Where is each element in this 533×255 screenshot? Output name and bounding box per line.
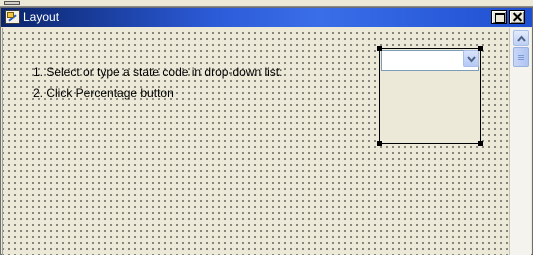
chevron-down-icon	[467, 56, 476, 63]
resize-handle-bottom-left[interactable]	[377, 141, 382, 146]
close-button[interactable]	[509, 10, 525, 24]
state-code-combobox[interactable]	[379, 48, 481, 144]
instruction-step-1: 1. Select or type a state code in drop-d…	[33, 65, 283, 79]
resize-handle-bottom-right[interactable]	[478, 141, 483, 146]
minimized-window-icon[interactable]	[4, 1, 20, 5]
layout-window: Layout 1. Select or type a state code in…	[0, 7, 533, 255]
resize-handle-top-left[interactable]	[377, 46, 382, 51]
layout-canvas[interactable]: 1. Select or type a state code in drop-d…	[2, 28, 509, 255]
maximize-button[interactable]	[491, 10, 507, 24]
thumb-grip	[518, 55, 524, 56]
dropdown-button[interactable]	[463, 50, 479, 67]
parent-window-strip	[0, 0, 533, 7]
dropdown-list[interactable]	[381, 72, 479, 142]
vertical-scrollbar[interactable]	[509, 28, 531, 255]
thumb-grip	[518, 57, 524, 58]
resize-handle-top-right[interactable]	[478, 46, 483, 51]
chevron-up-icon	[517, 35, 526, 42]
instruction-step-2: 2. Click Percentage button	[33, 86, 174, 100]
scroll-up-button[interactable]	[513, 30, 529, 46]
window-title: Layout	[23, 10, 60, 24]
title-bar[interactable]: Layout	[1, 8, 532, 27]
form-edit-icon	[5, 10, 20, 24]
thumb-grip	[518, 59, 524, 60]
scroll-thumb[interactable]	[513, 47, 529, 67]
